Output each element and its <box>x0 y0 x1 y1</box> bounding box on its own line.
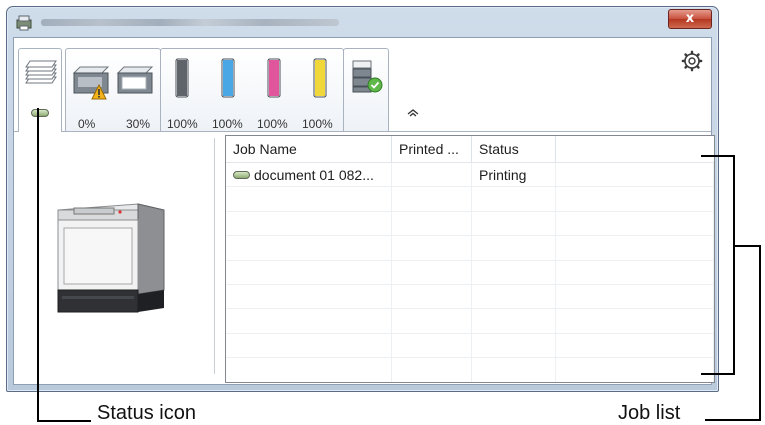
toner-yellow-level: 100% <box>302 117 333 131</box>
toner-black-level: 100% <box>167 117 198 131</box>
toner-magenta-level: 100% <box>257 117 288 131</box>
column-job-name[interactable]: Job Name <box>226 136 392 162</box>
toolbar-divider <box>14 131 711 132</box>
paper-tray-icon <box>116 66 154 94</box>
settings-gear-icon[interactable] <box>681 50 703 72</box>
printer-app-icon <box>16 15 32 31</box>
job-list[interactable]: Job Name Printed ... Status document 01 … <box>225 135 715 383</box>
job-list-callout-label: Job list <box>618 402 681 424</box>
job-list-bracket <box>701 155 735 375</box>
toner-tab[interactable]: 100% 100% 100% 100% <box>160 48 344 132</box>
status-cell: Printing <box>472 163 556 187</box>
toner-cyan-level: 100% <box>212 117 243 131</box>
empty-cell <box>556 163 714 187</box>
options-tab[interactable] <box>343 48 389 132</box>
table-row-empty <box>226 236 714 261</box>
close-button[interactable]: x <box>668 9 712 29</box>
table-row-empty <box>226 309 714 334</box>
table-row-empty <box>226 187 714 212</box>
job-list-callout-line <box>735 245 761 421</box>
printed-cell <box>392 163 472 187</box>
paper-tray-warning-icon <box>72 66 110 100</box>
status-icon-callout-label: Status icon <box>97 402 196 424</box>
job-name-text: document 01 082... <box>254 167 374 183</box>
job-list-callout-tail <box>705 419 735 421</box>
column-printed[interactable]: Printed ... <box>392 136 472 162</box>
job-status-icon <box>233 171 250 179</box>
toner-cyan-icon <box>221 58 235 98</box>
printer-status-icon <box>25 60 57 84</box>
collapse-chevron-icon[interactable] <box>407 108 419 118</box>
toner-magenta-icon <box>267 58 281 98</box>
multifunction-ok-icon <box>352 60 383 93</box>
column-empty <box>556 136 714 162</box>
toner-black-icon <box>175 58 189 98</box>
table-row-empty <box>226 284 714 310</box>
window-title-blurred <box>41 19 339 26</box>
toolbar: 0% 30% 100% 100% 100% 100% <box>14 38 711 132</box>
status-icon-callout-line <box>37 108 91 422</box>
tray-2-level: 30% <box>126 117 151 131</box>
job-list-header: Job Name Printed ... Status <box>226 136 714 163</box>
pane-divider[interactable] <box>214 138 215 374</box>
job-name-cell: document 01 082... <box>226 163 392 187</box>
toner-yellow-icon <box>313 58 327 98</box>
table-row-empty <box>226 211 714 237</box>
status-monitor-window: x 0% 30% 100% 100% 100% 100% Job Name Pr… <box>6 6 719 392</box>
title-bar[interactable]: x <box>7 7 718 37</box>
table-row-empty <box>226 333 714 359</box>
client-area: 0% 30% 100% 100% 100% 100% Job Name Prin… <box>13 37 715 385</box>
table-row[interactable]: document 01 082... Printing <box>226 163 714 188</box>
table-row-empty <box>226 358 714 382</box>
column-status[interactable]: Status <box>472 136 556 162</box>
table-row-empty <box>226 260 714 285</box>
